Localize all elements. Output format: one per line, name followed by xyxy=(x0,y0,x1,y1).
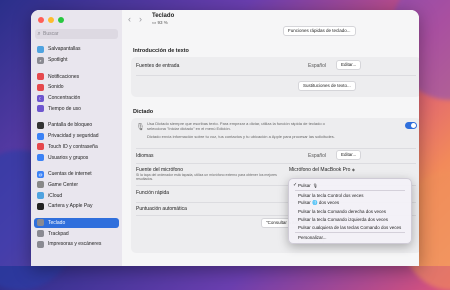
page-title: Teclado xyxy=(152,13,175,19)
dictation-title: Dictado xyxy=(133,109,154,115)
minimize-button[interactable] xyxy=(48,17,54,23)
search-icon: ⌕ xyxy=(37,30,41,37)
lock-screen-icon xyxy=(37,121,44,129)
sidebar-item-tiempo-de-uso[interactable]: Tiempo de uso xyxy=(34,103,119,114)
game-center-icon xyxy=(37,181,44,189)
menu-item-customize[interactable]: Personalizar... xyxy=(292,233,408,241)
bell-icon xyxy=(37,73,44,81)
keyboard-shortcuts-button[interactable]: Funciones rápidas de teclado... xyxy=(283,26,356,36)
hourglass-icon xyxy=(37,105,44,113)
sidebar-item-game-center[interactable]: Game Center xyxy=(34,180,119,191)
languages-edit-button[interactable]: Editar... xyxy=(336,150,362,160)
titlebar: ‹ › Teclado ▭ 93 % xyxy=(122,10,419,32)
moon-icon: ☾ xyxy=(37,94,44,102)
sidebar-item-teclado[interactable]: Teclado xyxy=(34,217,119,229)
sidebar-item-cuentas-internet[interactable]: @ Cuentas de internet xyxy=(34,169,119,180)
text-substitutions-button[interactable]: Sustituciones de texto... xyxy=(298,81,356,91)
divider xyxy=(136,75,416,76)
input-sources-value: Español xyxy=(308,63,327,69)
search-placeholder: Buscar xyxy=(43,31,59,37)
at-icon: @ xyxy=(37,170,44,178)
sidebar-list: Salvapantallas ⌕ Spotlight Notificaciones… xyxy=(34,44,119,250)
chevron-updown-icon: ◆ xyxy=(351,167,355,172)
input-sources-edit-button[interactable]: Editar... xyxy=(336,60,362,70)
sidebar-item-pantalla-de-bloqueo[interactable]: Pantalla de bloqueo xyxy=(34,120,119,131)
sidebar-item-privacidad[interactable]: Privacidad y seguridad xyxy=(34,131,119,142)
sidebar-item-spotlight[interactable]: ⌕ Spotlight xyxy=(34,55,119,66)
back-button[interactable]: ‹ xyxy=(128,14,131,24)
forward-button[interactable]: › xyxy=(139,14,142,24)
sidebar-item-usuarios[interactable]: Usuarios y grupos xyxy=(34,152,119,163)
shortcut-label: Función rápida xyxy=(136,190,170,196)
users-icon xyxy=(37,154,44,162)
wallet-icon xyxy=(37,202,44,210)
divider xyxy=(136,163,416,164)
menu-item-any-command-twice[interactable]: Pulsar cualquiera de las teclas Comando … xyxy=(292,223,408,231)
trackpad-icon xyxy=(37,230,44,238)
sidebar-item-concentracion[interactable]: ☾ Concentración xyxy=(34,93,119,104)
hand-icon xyxy=(37,132,44,140)
speaker-icon xyxy=(37,83,44,91)
close-button[interactable] xyxy=(38,17,44,23)
sidebar-item-notificaciones[interactable]: Notificaciones xyxy=(34,71,119,82)
menu-item-globe-twice[interactable]: Pulsar 🌐 dos veces xyxy=(292,199,408,207)
fingerprint-icon xyxy=(37,143,44,151)
microphone-icon: 🎙 xyxy=(312,182,318,188)
printer-icon xyxy=(37,240,44,248)
sidebar-item-salvapantallas[interactable]: Salvapantallas xyxy=(34,44,119,55)
auto-punctuation-label: Puntuación automática xyxy=(136,206,187,212)
sidebar: ⌕ Buscar Salvapantallas ⌕ Spotlight Notif… xyxy=(31,10,123,266)
menu-item-left-command-twice[interactable]: Pulsar la tecla Comando izquierda dos ve… xyxy=(292,215,408,223)
mic-hint: Si la tapa del ordenador está tapada, ut… xyxy=(136,173,277,181)
sidebar-item-touch-id[interactable]: Touch ID y contraseña xyxy=(34,142,119,153)
zoom-button[interactable] xyxy=(58,17,64,23)
sidebar-item-icloud[interactable]: iCloud xyxy=(34,190,119,201)
cloud-icon xyxy=(37,192,44,200)
dictation-privacy-note: Dictado envía información sobre tu voz, … xyxy=(147,134,335,139)
dictation-description: Usa Dictado siempre que escribas texto. … xyxy=(147,121,325,131)
shortcut-dropdown-menu: ✓ Pulsar 🎙 Pulsar la tecla Control dos v… xyxy=(288,178,412,244)
text-input-title: Introducción de texto xyxy=(133,48,189,54)
sidebar-item-cartera[interactable]: Cartera y Apple Pay xyxy=(34,201,119,212)
window-controls xyxy=(38,17,64,23)
sidebar-search-field[interactable]: ⌕ Buscar xyxy=(35,29,118,39)
sidebar-item-trackpad[interactable]: Trackpad xyxy=(34,228,119,239)
keyboard-icon xyxy=(37,219,44,227)
menu-item-pulsar[interactable]: ✓ Pulsar 🎙 xyxy=(292,181,408,189)
spotlight-icon: ⌕ xyxy=(37,56,44,64)
menu-item-control-twice[interactable]: Pulsar la tecla Control dos veces xyxy=(292,191,408,199)
sidebar-item-sonido[interactable]: Sonido xyxy=(34,82,119,93)
battery-status: ▭ 93 % xyxy=(152,20,168,25)
dictation-toggle[interactable] xyxy=(405,122,417,129)
divider xyxy=(136,148,416,149)
checkmark-icon: ✓ xyxy=(293,182,298,188)
input-sources-label: Fuentes de entrada xyxy=(136,63,180,69)
languages-label: Idiomas xyxy=(136,153,154,159)
screensaver-icon xyxy=(37,45,44,53)
mic-source-select[interactable]: Micrófono del MacBook Pro ◆ xyxy=(289,167,355,173)
sidebar-item-impresoras[interactable]: Impresoras y escáneres xyxy=(34,239,119,250)
microphone-icon: 🎙 xyxy=(136,124,145,131)
languages-value: Español xyxy=(308,153,327,159)
menu-item-right-command-twice[interactable]: Pulsar la tecla Comando derecha dos vece… xyxy=(292,207,408,215)
